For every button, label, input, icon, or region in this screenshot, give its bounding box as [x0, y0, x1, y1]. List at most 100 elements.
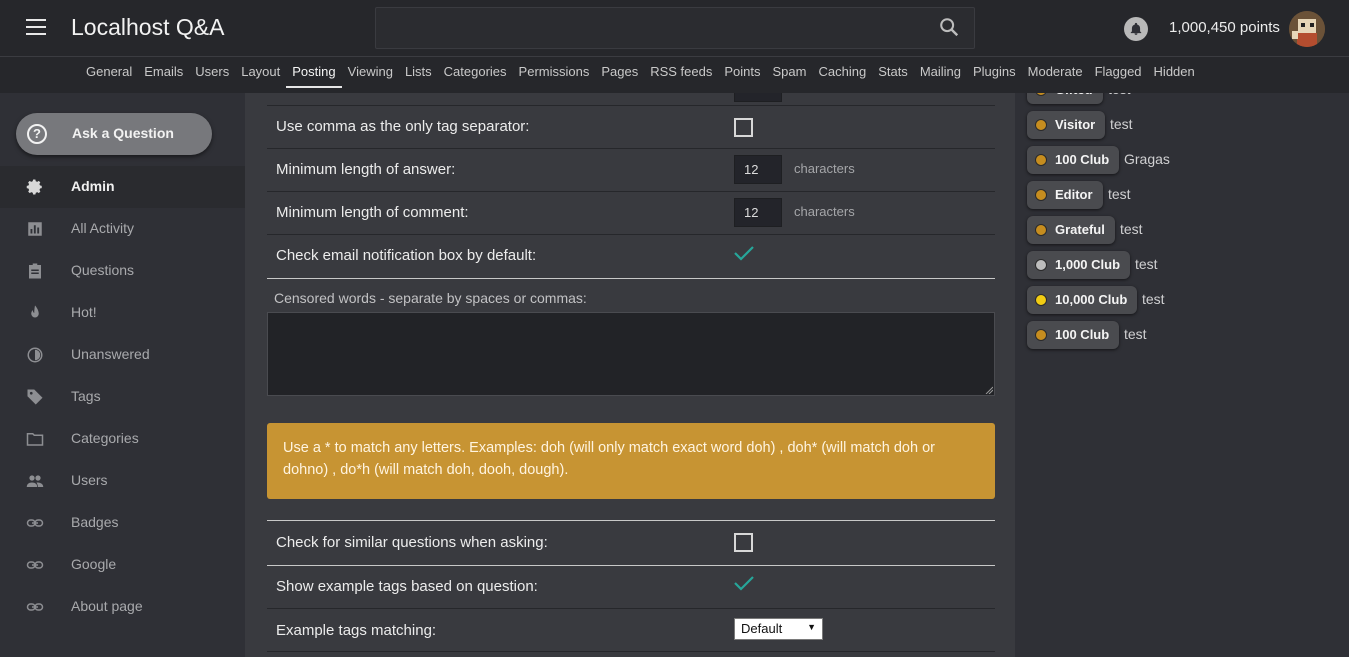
tab-lists[interactable]: Lists	[399, 57, 438, 93]
search-input[interactable]	[376, 8, 974, 48]
tab-spam[interactable]: Spam	[767, 57, 813, 93]
sidebar-item-about-page[interactable]: About page	[0, 586, 245, 628]
badge-user-link[interactable]: test	[1108, 93, 1131, 97]
badge-user-link[interactable]: test	[1135, 256, 1158, 272]
divider	[267, 278, 995, 279]
sidebar-item-label: Categories	[71, 430, 139, 446]
sidebar-item-label: Unanswered	[71, 346, 150, 362]
half-circle-icon	[26, 346, 44, 364]
tab-plugins[interactable]: Plugins	[967, 57, 1022, 93]
settings-row-min-answer: Minimum length of answer: characters	[267, 149, 995, 192]
sidebar-item-admin[interactable]: Admin	[0, 166, 245, 208]
sidebar-item-badges[interactable]: Badges	[0, 502, 245, 544]
tab-flagged[interactable]: Flagged	[1089, 57, 1148, 93]
badge-user-link[interactable]: test	[1120, 221, 1143, 237]
badge-pill[interactable]: Visitor	[1027, 111, 1106, 139]
tab-pages[interactable]: Pages	[595, 57, 644, 93]
tab-emails[interactable]: Emails	[138, 57, 189, 93]
email-notify-check-icon[interactable]	[733, 244, 755, 262]
ask-question-label: Ask a Question	[72, 125, 174, 141]
avatar[interactable]	[1289, 11, 1325, 47]
badge-dot-icon	[1035, 154, 1047, 166]
tab-viewing[interactable]: Viewing	[342, 57, 399, 93]
link-icon	[26, 556, 44, 574]
min-comment-input[interactable]	[734, 198, 782, 227]
censored-words-textarea[interactable]	[267, 312, 995, 396]
example-tags-check-icon[interactable]	[733, 574, 755, 592]
tab-layout[interactable]: Layout	[235, 57, 286, 93]
comma-separator-checkbox[interactable]	[734, 118, 753, 137]
sidebar-item-google[interactable]: Google	[0, 544, 245, 586]
min-answer-label: Minimum length of answer:	[276, 161, 456, 178]
sidebar: ? Ask a Question Admin All Activity Questi…	[0, 93, 245, 657]
badge-name: 100 Club	[1055, 327, 1110, 342]
tab-general[interactable]: General	[80, 57, 138, 93]
badge-name: 1,000 Club	[1055, 257, 1121, 272]
tab-moderate[interactable]: Moderate	[1022, 57, 1089, 93]
badge-user-link[interactable]: test	[1108, 186, 1131, 202]
min-answer-input[interactable]	[734, 155, 782, 184]
recent-badges: Gifted test Visitor test 100 Club Gragas Edito…	[1015, 93, 1349, 657]
min-answer-unit: characters	[794, 161, 855, 176]
badge-pill[interactable]: 10,000 Club	[1027, 286, 1138, 314]
badge-pill[interactable]: Gifted	[1027, 93, 1103, 104]
sidebar-item-users[interactable]: Users	[0, 460, 245, 502]
sidebar-item-hot[interactable]: Hot!	[0, 292, 245, 334]
badge-name: Editor	[1055, 187, 1093, 202]
badge-pill[interactable]: Editor	[1027, 181, 1103, 209]
search-icon[interactable]	[938, 16, 962, 40]
tab-points[interactable]: Points	[718, 57, 766, 93]
settings-row-tag-matching: Example tags matching: Default ▼	[267, 609, 995, 652]
bell-icon[interactable]	[1124, 17, 1148, 41]
user-points[interactable]: 1,000,450 points	[1169, 19, 1280, 36]
sidebar-item-categories[interactable]: Categories	[0, 418, 245, 460]
tab-mailing[interactable]: Mailing	[914, 57, 967, 93]
resize-grip-icon[interactable]	[985, 386, 993, 394]
tag-icon	[26, 388, 44, 406]
tag-matching-select[interactable]: Default ▼	[734, 618, 823, 640]
badge-pill[interactable]: 100 Club	[1027, 146, 1120, 174]
tab-rss-feeds[interactable]: RSS feeds	[644, 57, 718, 93]
badge-pill[interactable]: Grateful	[1027, 216, 1115, 244]
top-bar: Localhost Q&A 1,000,450 points	[0, 0, 1349, 56]
badge-user-link[interactable]: test	[1142, 291, 1165, 307]
site-title[interactable]: Localhost Q&A	[71, 14, 224, 41]
tab-users[interactable]: Users	[189, 57, 235, 93]
tab-caching[interactable]: Caching	[812, 57, 872, 93]
tab-categories[interactable]: Categories	[438, 57, 513, 93]
badge-dot-icon	[1035, 259, 1047, 271]
badge-user-link[interactable]: test	[1124, 326, 1147, 342]
sidebar-item-label: Badges	[71, 514, 119, 530]
email-notify-label: Check email notification box by default:	[276, 247, 537, 264]
badge-dot-icon	[1035, 189, 1047, 201]
sidebar-item-questions[interactable]: Questions	[0, 250, 245, 292]
badge-dot-icon	[1035, 93, 1047, 96]
tab-posting[interactable]: Posting	[286, 57, 342, 88]
badge-dot-icon	[1035, 224, 1047, 236]
badge-name: Gifted	[1055, 93, 1093, 97]
badge-user-link[interactable]: Gragas	[1124, 151, 1170, 167]
badge-dot-icon	[1035, 119, 1047, 131]
sidebar-item-unanswered[interactable]: Unanswered	[0, 334, 245, 376]
settings-row-partial	[267, 93, 995, 106]
partial-number-input[interactable]	[734, 93, 782, 102]
menu-icon[interactable]	[26, 19, 46, 35]
censored-words-label: Censored words - separate by spaces or c…	[274, 290, 587, 306]
tag-matching-value: Default	[741, 621, 783, 636]
sidebar-item-all-activity[interactable]: All Activity	[0, 208, 245, 250]
admin-tabs: General Emails Users Layout Posting Viewing Li…	[0, 56, 1349, 93]
users-icon	[26, 472, 44, 490]
badge-user-link[interactable]: test	[1110, 116, 1133, 132]
link-icon	[26, 598, 44, 616]
similar-questions-checkbox[interactable]	[734, 533, 753, 552]
tag-matching-label: Example tags matching:	[276, 622, 437, 639]
badge-pill[interactable]: 100 Club	[1027, 321, 1120, 349]
tab-stats[interactable]: Stats	[872, 57, 914, 93]
tab-permissions[interactable]: Permissions	[513, 57, 596, 93]
badge-pill[interactable]: 1,000 Club	[1027, 251, 1131, 279]
tab-hidden[interactable]: Hidden	[1148, 57, 1201, 93]
settings-row-comma-separator: Use comma as the only tag separator:	[267, 106, 995, 149]
badge-name: Grateful	[1055, 222, 1105, 237]
ask-question-button[interactable]: ? Ask a Question	[16, 113, 212, 155]
sidebar-item-tags[interactable]: Tags	[0, 376, 245, 418]
